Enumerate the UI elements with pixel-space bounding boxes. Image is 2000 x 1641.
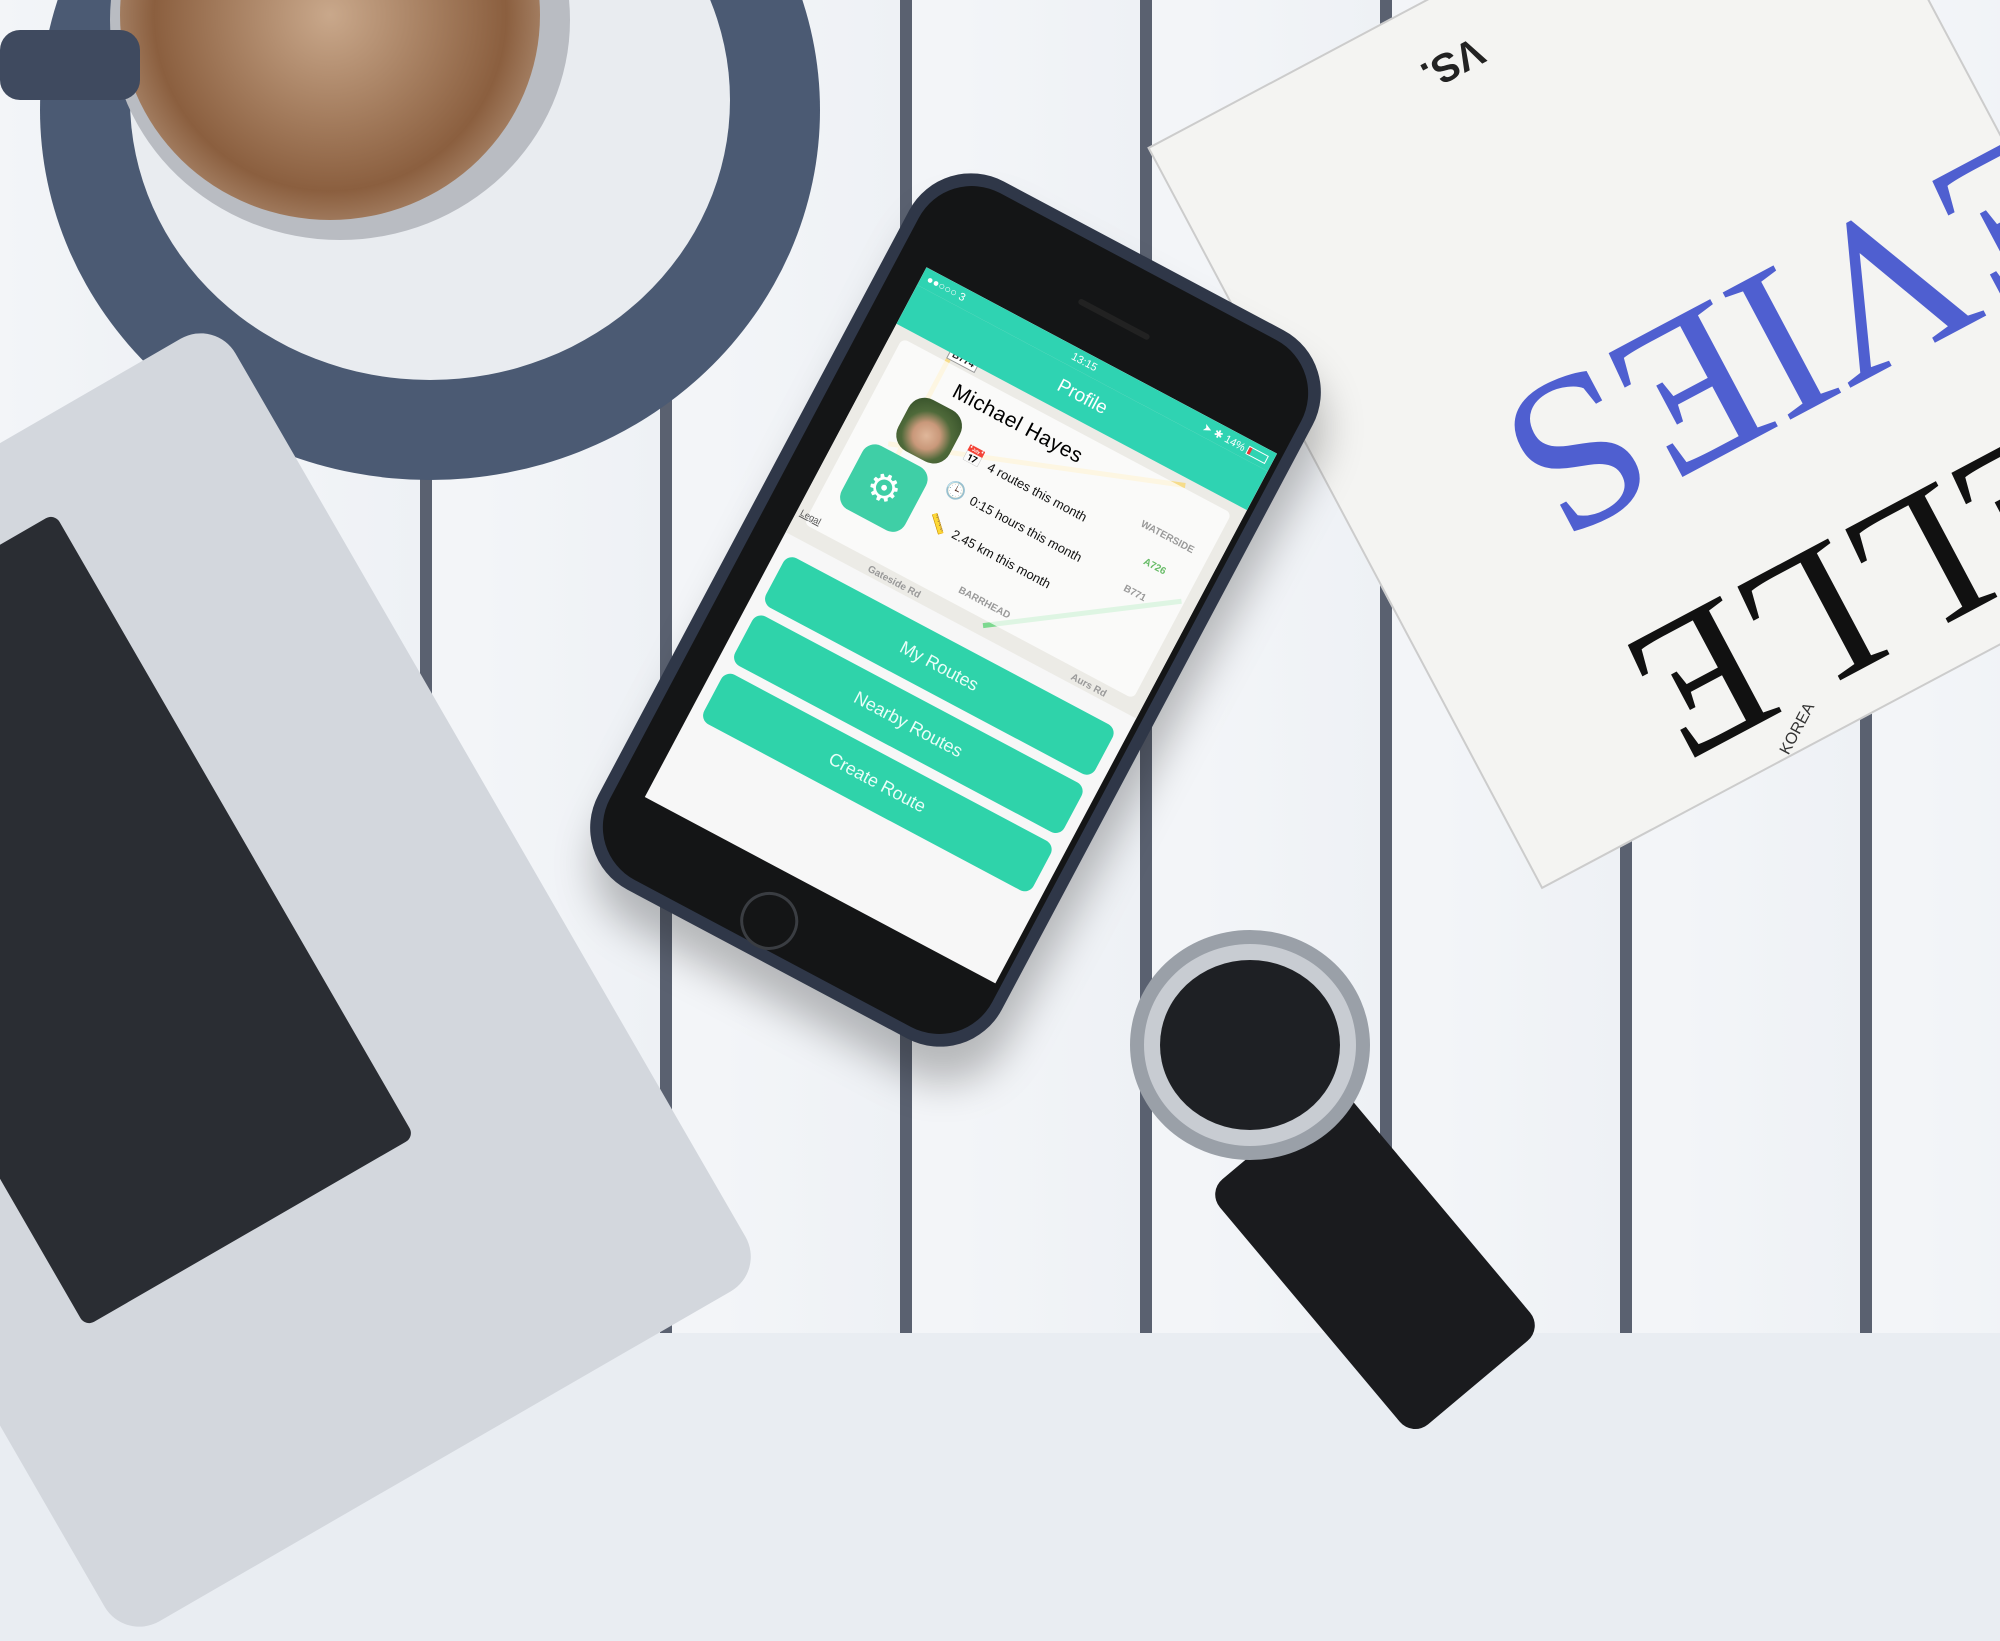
cup-handle — [0, 30, 140, 100]
calendar-icon: 📅 — [959, 443, 988, 471]
watch-face — [1160, 960, 1340, 1130]
home-button[interactable] — [729, 881, 809, 961]
phone-speaker — [1077, 297, 1151, 341]
ruler-icon: 📏 — [924, 510, 952, 538]
gear-icon: ⚙ — [858, 461, 909, 516]
clock-icon: 🕒 — [941, 477, 970, 504]
